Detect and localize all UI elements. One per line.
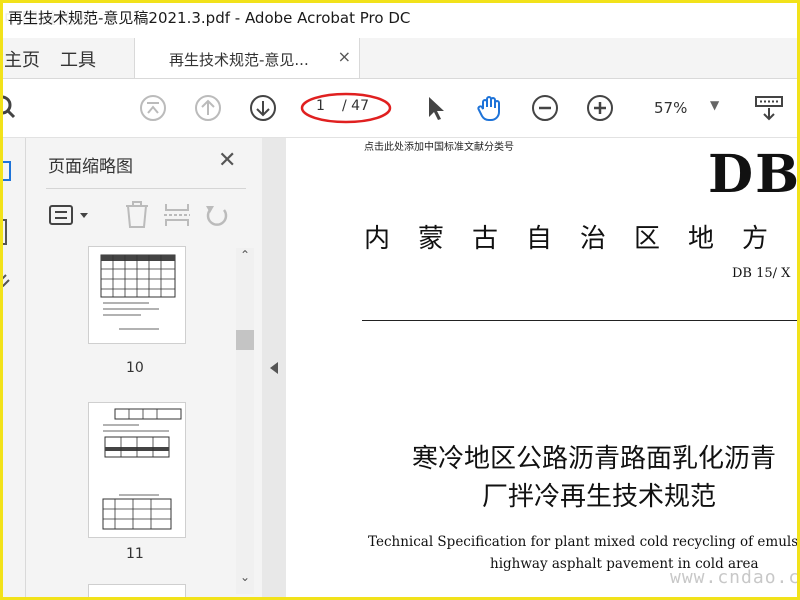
next-page-icon[interactable] — [248, 93, 278, 123]
panel-title: 页面缩略图 — [48, 157, 133, 177]
thumbnail-page-label: 10 — [126, 360, 144, 376]
thumbnail-options-icon[interactable] — [48, 204, 94, 228]
thumbnail-panel: 页面缩略图 ✕ 10 11 ⌃ ⌄ — [26, 138, 262, 600]
tab-close-icon[interactable]: × — [338, 47, 351, 66]
scroll-thumb[interactable] — [236, 330, 254, 350]
zoom-out-icon[interactable] — [530, 93, 560, 123]
tab-bar: 主页 工具 再生技术规范-意见... × — [0, 38, 800, 79]
hand-tool-icon[interactable] — [475, 93, 505, 123]
scroll-up-icon[interactable]: ⌃ — [240, 248, 250, 262]
panel-close-icon[interactable]: ✕ — [218, 148, 236, 173]
rotate-page-icon[interactable] — [202, 200, 232, 230]
insert-page-icon[interactable] — [162, 200, 192, 230]
tab-document-label: 再生技术规范-意见... — [169, 51, 309, 69]
panel-toolbar — [46, 198, 256, 232]
tab-document[interactable]: 再生技术规范-意见... × — [134, 38, 360, 78]
panel-divider — [46, 188, 246, 189]
tab-tools[interactable]: 工具 — [60, 46, 96, 72]
previous-page-icon[interactable] — [193, 93, 223, 123]
region-heading: 内蒙古自治区地方 — [364, 224, 797, 254]
select-cursor-icon[interactable] — [420, 93, 450, 123]
document-page: 点击此处添加中国标准文献分类号 DB 内蒙古自治区地方 DB 15/ X 寒冷地… — [286, 138, 800, 600]
panel-collapse-strip[interactable] — [262, 138, 286, 600]
classification-text[interactable]: 点击此处添加中国标准文献分类号 — [364, 138, 514, 153]
first-page-icon[interactable] — [138, 93, 168, 123]
page-thumbnail[interactable] — [88, 402, 186, 538]
zoom-dropdown-icon[interactable]: ▼ — [710, 98, 719, 112]
toolbar: 1 / 47 57% ▼ — [0, 79, 800, 138]
title-bar: 中国道路网 再生技术规范-意见稿2021.3.pdf - Adobe Acrob… — [0, 0, 800, 38]
scroll-mode-icon[interactable] — [754, 93, 784, 123]
scroll-down-icon[interactable]: ⌄ — [240, 570, 250, 584]
page-thumbnails-icon[interactable] — [0, 160, 14, 182]
bookmarks-icon[interactable] — [0, 218, 14, 248]
document-view[interactable]: 点击此处添加中国标准文献分类号 DB 内蒙古自治区地方 DB 15/ X 寒冷地… — [286, 138, 800, 600]
header-rule — [362, 320, 800, 321]
page-number-field[interactable]: 1 / 47 — [300, 92, 392, 124]
zoom-level[interactable]: 57% — [654, 99, 687, 117]
search-icon[interactable] — [0, 93, 22, 123]
thumbnail-scrollbar[interactable]: ⌃ ⌄ — [236, 248, 254, 594]
attachments-icon[interactable] — [0, 272, 14, 294]
zoom-in-icon[interactable] — [585, 93, 615, 123]
standard-number: DB 15/ X — [732, 266, 791, 281]
tab-home[interactable]: 主页 — [4, 46, 40, 72]
collapse-panel-icon[interactable] — [270, 362, 278, 374]
db-heading: DB — [708, 144, 800, 205]
thumbnail-content — [102, 408, 182, 530]
page-thumbnail[interactable] — [88, 246, 186, 344]
delete-page-icon[interactable] — [122, 200, 152, 230]
page-thumbnail[interactable] — [88, 584, 186, 600]
title-cn-line1: 寒冷地区公路沥青路面乳化沥青 — [412, 444, 777, 474]
title-en-line1: Technical Specification for plant mixed … — [368, 534, 800, 550]
thumbnail-page-label: 11 — [126, 546, 144, 562]
annotation-ellipse — [300, 92, 392, 124]
window-title: 再生技术规范-意见稿2021.3.pdf - Adobe Acrobat Pro… — [8, 9, 411, 27]
title-cn-line2: 厂拌冷再生技术规范 — [482, 482, 717, 512]
thumbnail-content — [100, 254, 176, 330]
site-watermark-bottom: www.cndao.com — [670, 567, 800, 588]
left-nav-rail — [0, 138, 26, 600]
thumbnail-list: 10 11 — [46, 246, 254, 600]
